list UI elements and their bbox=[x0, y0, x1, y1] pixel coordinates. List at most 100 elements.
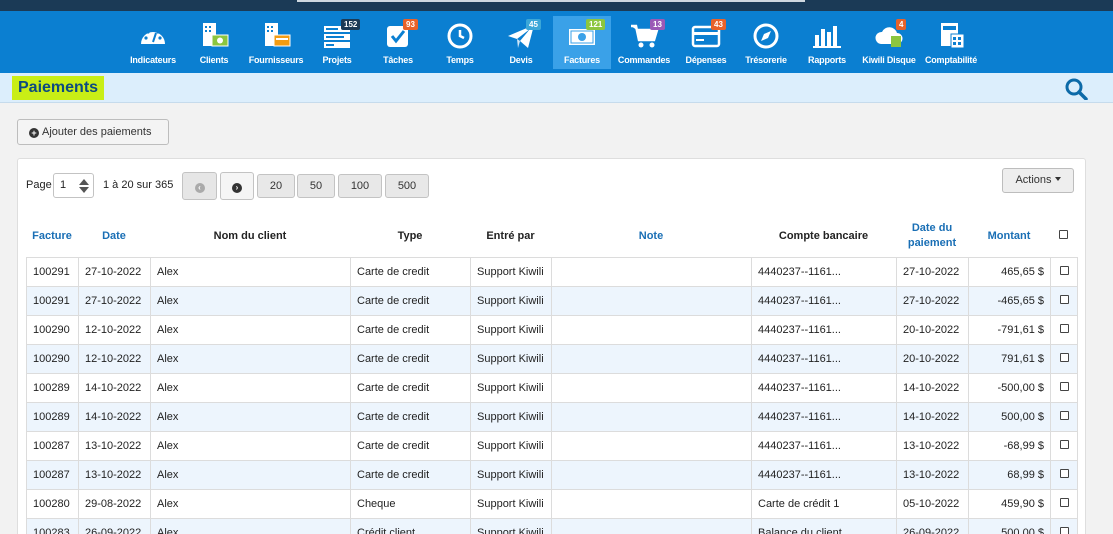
row-checkbox[interactable] bbox=[1059, 469, 1069, 478]
cell-select bbox=[1050, 315, 1078, 345]
cell-date-paiement: 27-10-2022 bbox=[896, 257, 969, 287]
actions-dropdown-button[interactable]: Actions bbox=[1002, 168, 1074, 193]
cell-date-paiement: 27-10-2022 bbox=[896, 286, 969, 316]
top-strip-line bbox=[297, 0, 805, 2]
cell-compte: Balance du client bbox=[751, 518, 897, 534]
cell-date-paiement: 20-10-2022 bbox=[896, 344, 969, 374]
nav-item-tresorerie[interactable]: Trésorerie bbox=[740, 16, 792, 69]
nav-item-fournisseurs[interactable]: Fournisseurs bbox=[246, 16, 306, 69]
cell-select bbox=[1050, 489, 1078, 519]
cell-note bbox=[551, 431, 752, 461]
cell-client: Alex bbox=[150, 286, 351, 316]
table-row[interactable]: 100291 27-10-2022 Alex Carte de credit Suppo… bbox=[26, 257, 1078, 287]
table-row[interactable]: 100283 26-09-2022 Alex Crédit client Support… bbox=[26, 518, 1078, 534]
cell-note bbox=[551, 460, 752, 490]
table-row[interactable]: 100287 13-10-2022 Alex Carte de credit Suppo… bbox=[26, 431, 1078, 461]
row-checkbox[interactable] bbox=[1059, 295, 1069, 304]
cell-select bbox=[1050, 431, 1078, 461]
cell-client: Alex bbox=[150, 257, 351, 287]
nav-item-temps[interactable]: Temps bbox=[436, 16, 484, 69]
cell-facture: 100287 bbox=[26, 460, 79, 490]
row-checkbox[interactable] bbox=[1059, 266, 1069, 275]
table-row[interactable]: 100290 12-10-2022 Alex Carte de credit Suppo… bbox=[26, 315, 1078, 345]
search-icon[interactable] bbox=[1064, 78, 1088, 100]
cell-entre-par: Support Kiwili bbox=[470, 344, 552, 374]
table-row[interactable]: 100291 27-10-2022 Alex Carte de credit Suppo… bbox=[26, 286, 1078, 316]
nav-item-devis[interactable]: 45 Devis bbox=[497, 16, 545, 69]
cell-montant: 465,65 $ bbox=[968, 257, 1051, 287]
page-size-100-button[interactable]: 100 bbox=[338, 174, 382, 198]
spinner-arrows-icon[interactable] bbox=[79, 179, 89, 193]
nav-label: Commandes bbox=[617, 55, 671, 65]
cell-date: 14-10-2022 bbox=[78, 373, 151, 403]
cell-montant: -791,61 $ bbox=[968, 315, 1051, 345]
main-navbar: Indicateurs Clients Fournisseurs 152 Pro… bbox=[0, 11, 1113, 73]
add-payments-button[interactable]: + Ajouter des paiements bbox=[17, 119, 169, 145]
arrow-right-icon: › bbox=[232, 183, 242, 193]
cell-date: 12-10-2022 bbox=[78, 344, 151, 374]
nav-label: Temps bbox=[446, 55, 474, 65]
table-row[interactable]: 100287 13-10-2022 Alex Carte de credit Suppo… bbox=[26, 460, 1078, 490]
cell-date: 13-10-2022 bbox=[78, 431, 151, 461]
cell-date: 13-10-2022 bbox=[78, 460, 151, 490]
page-number-value: 1 bbox=[60, 179, 67, 191]
next-page-button[interactable]: › bbox=[220, 172, 254, 200]
nav-badge: 4 bbox=[896, 19, 907, 30]
nav-item-depenses[interactable]: 43 Dépenses bbox=[680, 16, 732, 69]
prev-page-button[interactable]: ‹ bbox=[182, 172, 217, 200]
nav-item-rapports[interactable]: Rapports bbox=[803, 16, 851, 69]
row-checkbox[interactable] bbox=[1059, 527, 1069, 534]
row-checkbox[interactable] bbox=[1059, 353, 1069, 362]
table-row[interactable]: 100290 12-10-2022 Alex Carte de credit Suppo… bbox=[26, 344, 1078, 374]
calculator-icon bbox=[941, 23, 965, 49]
cell-entre-par: Support Kiwili bbox=[470, 315, 552, 345]
header-note[interactable]: Note bbox=[551, 229, 751, 244]
header-client: Nom du client bbox=[213, 230, 287, 242]
nav-label: Fournisseurs bbox=[248, 55, 304, 65]
cell-note bbox=[551, 373, 752, 403]
cell-entre-par: Support Kiwili bbox=[470, 373, 552, 403]
cell-compte: 4440237--1161... bbox=[751, 286, 897, 316]
cell-date: 26-09-2022 bbox=[78, 518, 151, 534]
page-size-500-button[interactable]: 500 bbox=[385, 174, 429, 198]
row-checkbox[interactable] bbox=[1059, 440, 1069, 449]
cell-compte: 4440237--1161... bbox=[751, 460, 897, 490]
nav-item-comptabilite[interactable]: Comptabilité bbox=[922, 16, 980, 69]
nav-item-indicateurs[interactable]: Indicateurs bbox=[124, 16, 182, 69]
select-all-checkbox[interactable] bbox=[1059, 230, 1068, 239]
nav-label: Projets bbox=[322, 55, 352, 65]
header-date[interactable]: Date bbox=[78, 229, 150, 244]
cell-montant: -500,00 $ bbox=[968, 373, 1051, 403]
header-facture[interactable]: Facture bbox=[26, 229, 78, 244]
nav-item-projets[interactable]: 152 Projets bbox=[312, 16, 362, 69]
nav-item-kiwili-disque[interactable]: 4 Kiwili Disque bbox=[859, 16, 919, 69]
nav-item-factures[interactable]: 121 Factures bbox=[553, 16, 611, 69]
page-title: Paiements bbox=[12, 76, 105, 100]
table-row[interactable]: 100280 29-08-2022 Alex Cheque Support Kiwili… bbox=[26, 489, 1078, 519]
compass-icon bbox=[753, 23, 779, 49]
title-bar: Paiements bbox=[0, 73, 1113, 103]
row-checkbox[interactable] bbox=[1059, 411, 1069, 420]
table-row[interactable]: 100289 14-10-2022 Alex Carte de credit Suppo… bbox=[26, 402, 1078, 432]
cell-select bbox=[1050, 373, 1078, 403]
page-number-input[interactable]: 1 bbox=[53, 173, 94, 198]
row-checkbox[interactable] bbox=[1059, 324, 1069, 333]
cell-facture: 100280 bbox=[26, 489, 79, 519]
page-size-50-button[interactable]: 50 bbox=[297, 174, 335, 198]
header-montant[interactable]: Montant bbox=[968, 229, 1050, 244]
header-date-paiement[interactable]: Date du paiement bbox=[896, 221, 968, 251]
cell-date: 27-10-2022 bbox=[78, 286, 151, 316]
table-row[interactable]: 100289 14-10-2022 Alex Carte de credit Suppo… bbox=[26, 373, 1078, 403]
nav-item-taches[interactable]: 93 Tâches bbox=[374, 16, 422, 69]
nav-badge: 152 bbox=[341, 19, 361, 30]
row-checkbox[interactable] bbox=[1059, 382, 1069, 391]
nav-item-clients[interactable]: Clients bbox=[190, 16, 238, 69]
page-size-20-button[interactable]: 20 bbox=[257, 174, 295, 198]
nav-item-commandes[interactable]: 13 Commandes bbox=[615, 16, 673, 69]
nav-label: Rapports bbox=[808, 55, 846, 65]
row-checkbox[interactable] bbox=[1059, 498, 1069, 507]
cell-compte: 4440237--1161... bbox=[751, 431, 897, 461]
nav-label: Trésorerie bbox=[745, 55, 787, 65]
nav-badge: 93 bbox=[403, 19, 418, 30]
cell-type: Carte de credit bbox=[350, 373, 471, 403]
